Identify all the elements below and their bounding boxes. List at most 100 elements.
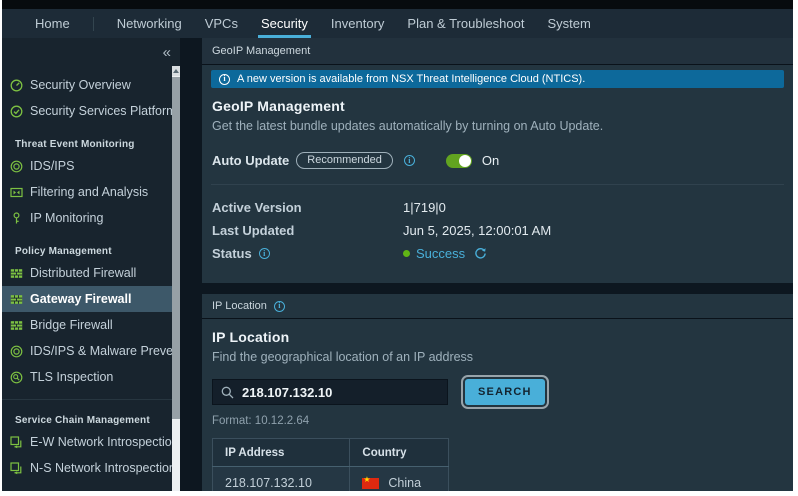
geoip-subtitle: Get the latest bundle updates automatica… <box>212 119 793 133</box>
toggle-state-label: On <box>482 153 499 168</box>
page-title-bar: GeoIP Management <box>202 38 793 65</box>
sidebar-item-label: IP Monitoring <box>30 211 103 225</box>
firewall-icon <box>10 293 23 306</box>
info-icon <box>219 74 230 85</box>
column-header-ip-address[interactable]: IP Address <box>213 439 350 467</box>
refresh-icon[interactable] <box>474 247 487 260</box>
sidebar-item-label: Filtering and Analysis <box>30 185 148 199</box>
auto-update-toggle[interactable] <box>446 154 472 168</box>
scroll-up-icon[interactable] <box>172 66 180 76</box>
country-name: China <box>388 476 421 490</box>
sidebar-item-ids-ips-malware-prevent[interactable]: IDS/IPS & Malware Prevent... <box>2 338 172 364</box>
search-row: 218.107.132.10 SEARCH <box>212 379 793 405</box>
table-header-row: IP AddressCountry <box>213 439 449 467</box>
sidebar-item-tls-inspection[interactable]: TLS Inspection <box>2 364 172 390</box>
sidebar-item-filtering-and-analysis[interactable]: Filtering and Analysis <box>2 179 172 205</box>
main-content: GeoIP Management A new version is availa… <box>202 38 793 491</box>
column-header-country[interactable]: Country <box>350 439 449 467</box>
nav-tab-plan-troubleshoot[interactable]: Plan & Troubleshoot <box>407 9 524 38</box>
nav-tab-networking[interactable]: Networking <box>117 9 182 38</box>
auto-update-info-icon[interactable] <box>404 155 415 166</box>
tls-inspection-icon <box>10 371 23 384</box>
last-updated-value: Jun 5, 2025, 12:00:01 AM <box>403 223 551 238</box>
page-title: GeoIP Management <box>212 45 310 57</box>
ip-location-table: IP AddressCountry 218.107.132.10China <box>212 438 449 491</box>
nav-tab-home[interactable]: Home <box>35 9 70 38</box>
sidebar-item-label: Security Overview <box>30 78 131 92</box>
auto-update-label: Auto Update <box>212 153 289 168</box>
active-version-value: 1|719|0 <box>403 200 446 215</box>
sidebar-collapse-icon[interactable] <box>163 45 171 60</box>
network-introspection-icon <box>10 436 23 449</box>
format-hint: Format: 10.12.2.64 <box>212 415 793 427</box>
nav-tab-vpcs[interactable]: VPCs <box>205 9 238 38</box>
nav-tab-security[interactable]: Security <box>261 9 308 38</box>
sidebar-item-security-overview[interactable]: Security Overview <box>2 72 172 98</box>
sidebar-item-label: Security Services Platform <box>30 104 172 118</box>
sidebar-group-header: Policy Management <box>15 246 172 257</box>
sidebar-divider <box>2 399 172 400</box>
section-divider <box>211 184 784 185</box>
sidebar-header <box>2 38 180 66</box>
search-icon <box>221 386 234 399</box>
sidebar-scrollbar <box>172 66 180 491</box>
sidebar-item-distributed-firewall[interactable]: Distributed Firewall <box>2 260 172 286</box>
version-info-rows: Active Version 1|719|0 Last Updated Jun … <box>212 196 793 265</box>
ip-search-value: 218.107.132.10 <box>242 385 332 400</box>
recommended-badge: Recommended <box>296 152 393 169</box>
sidebar-item-bridge-firewall[interactable]: Bridge Firewall <box>2 312 172 338</box>
ids-ips-icon <box>10 345 23 358</box>
firewall-icon <box>10 267 23 280</box>
ids-ips-icon <box>10 160 23 173</box>
status-value: Success <box>403 246 487 261</box>
shield-check-icon <box>10 105 23 118</box>
ip-monitoring-icon <box>10 212 23 225</box>
sidebar-item-ids-ips[interactable]: IDS/IPS <box>2 153 172 179</box>
china-flag-icon <box>362 478 379 489</box>
new-version-banner: A new version is available from NSX Thre… <box>211 70 784 88</box>
sidebar-item-n-s-network-introspection[interactable]: N-S Network Introspection <box>2 455 172 481</box>
sidebar-item-e-w-network-introspection[interactable]: E-W Network Introspection <box>2 429 172 455</box>
sidebar-item-label: Bridge Firewall <box>30 318 113 332</box>
ip-location-card: IP Location IP Location Find the geograp… <box>202 294 793 491</box>
window-top-strip <box>2 0 793 9</box>
success-dot-icon <box>403 250 410 257</box>
top-navigation: Home Networking VPCs Security Inventory Plan … <box>2 9 793 38</box>
status-label-wrap: Status <box>212 246 403 261</box>
app-window: Home Networking VPCs Security Inventory Plan … <box>2 0 793 491</box>
sidebar-item-ip-monitoring[interactable]: IP Monitoring <box>2 205 172 231</box>
sidebar-group-header: Service Chain Management <box>15 415 172 426</box>
sidebar-item-gateway-firewall[interactable]: Gateway Firewall <box>2 286 172 312</box>
ip-location-title-bar: IP Location <box>202 294 793 319</box>
sidebar-item-label: E-W Network Introspection <box>30 435 172 449</box>
search-button[interactable]: SEARCH <box>465 379 545 405</box>
geoip-heading: GeoIP Management <box>212 98 793 114</box>
ip-location-info-icon[interactable] <box>274 301 285 312</box>
country-cell: China <box>350 467 449 492</box>
sidebar-item-label: TLS Inspection <box>30 370 113 384</box>
sidebar-item-security-services-platform[interactable]: Security Services Platform <box>2 98 172 124</box>
last-updated-label: Last Updated <box>212 223 403 238</box>
sidebar-group-header: Threat Event Monitoring <box>15 139 172 150</box>
sidebar-item-label: IDS/IPS <box>30 159 74 173</box>
status-info-icon[interactable] <box>259 248 270 259</box>
sidebar-items: Security Overview Security Services Platf… <box>2 66 180 481</box>
active-version-label: Active Version <box>212 200 403 215</box>
ip-location-subtitle: Find the geographical location of an IP … <box>212 350 793 364</box>
ip-location-bar-title: IP Location <box>212 300 267 312</box>
active-version-row: Active Version 1|719|0 <box>212 196 793 219</box>
nav-tab-inventory[interactable]: Inventory <box>331 9 384 38</box>
auto-update-row: Auto Update Recommended On <box>212 152 793 169</box>
status-row: Status Success <box>212 242 793 265</box>
ip-search-input[interactable]: 218.107.132.10 <box>212 379 448 405</box>
card-gap <box>202 283 793 294</box>
scrollbar-thumb[interactable] <box>172 77 180 419</box>
body-row: Security Overview Security Services Platf… <box>2 38 793 491</box>
firewall-icon <box>10 319 23 332</box>
nav-tab-system[interactable]: System <box>547 9 590 38</box>
sidebar-item-label: Distributed Firewall <box>30 266 136 280</box>
last-updated-row: Last Updated Jun 5, 2025, 12:00:01 AM <box>212 219 793 242</box>
ip-location-heading: IP Location <box>212 329 793 345</box>
nav-divider <box>93 17 94 31</box>
sidebar-item-label: N-S Network Introspection <box>30 461 172 475</box>
